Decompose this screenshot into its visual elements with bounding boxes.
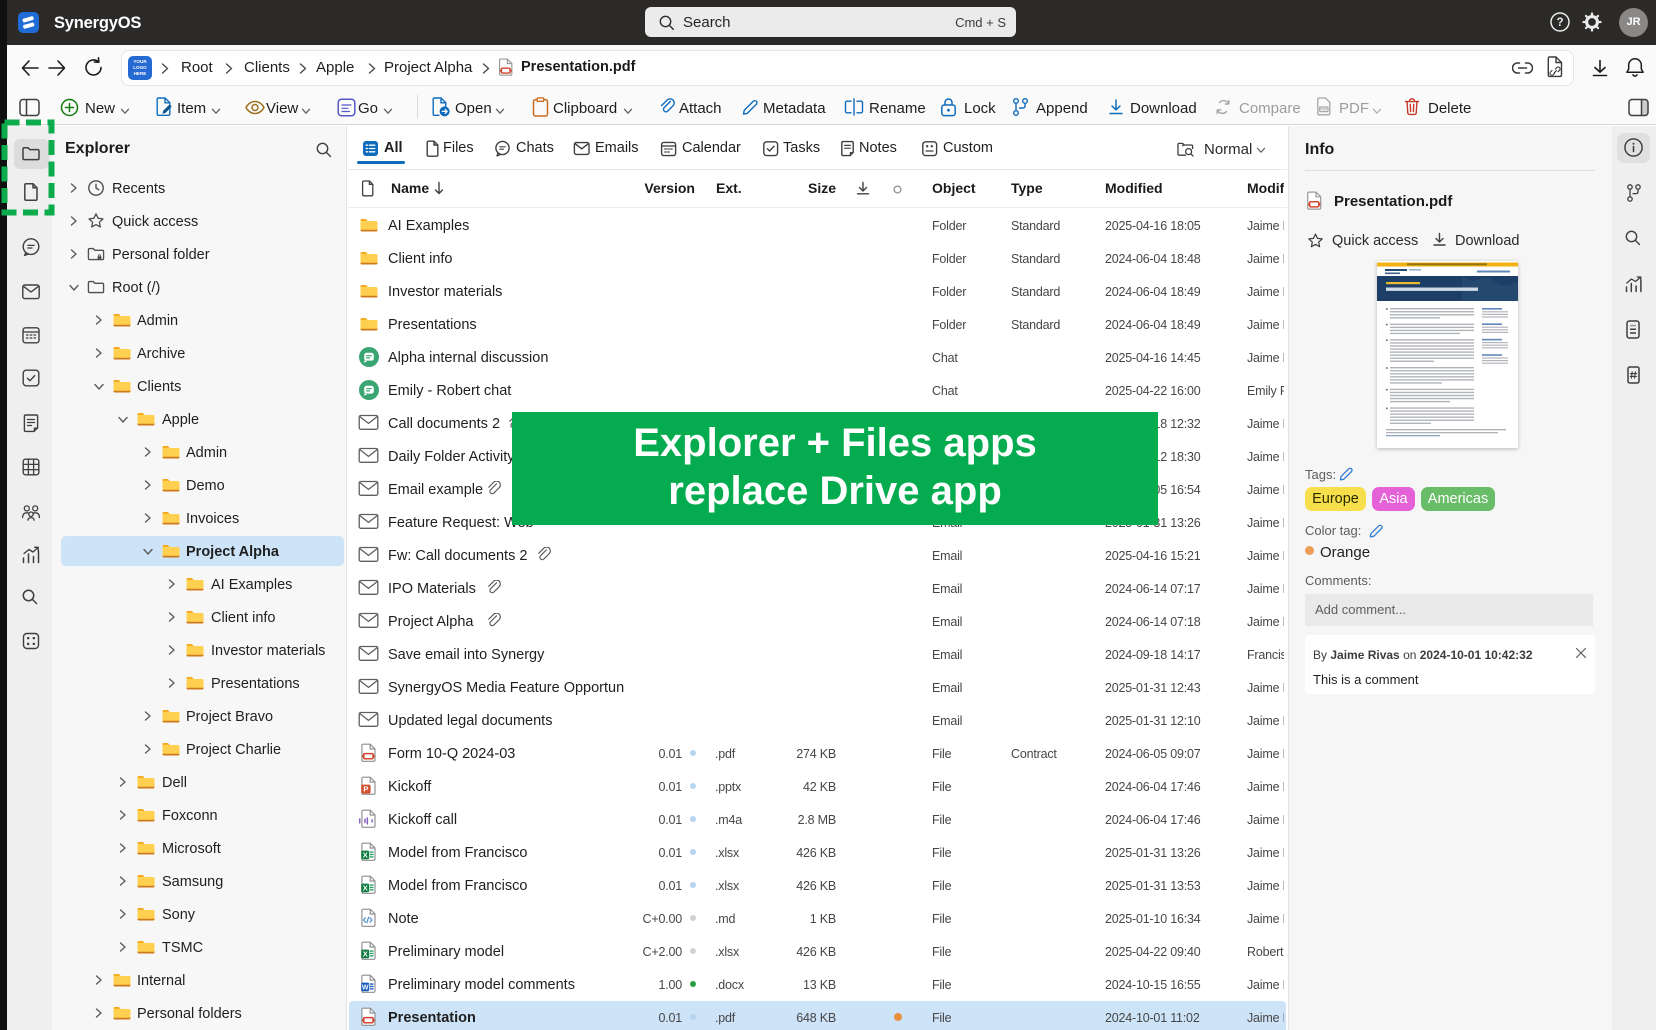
svg-text:X: X — [363, 850, 368, 859]
svg-text:P: P — [363, 785, 368, 794]
svg-text:X: X — [363, 883, 368, 892]
svg-text:?: ? — [1556, 17, 1563, 29]
svg-text:X: X — [363, 949, 368, 958]
svg-text:W: W — [362, 984, 369, 991]
svg-text:PDF: PDF — [1320, 107, 1327, 111]
